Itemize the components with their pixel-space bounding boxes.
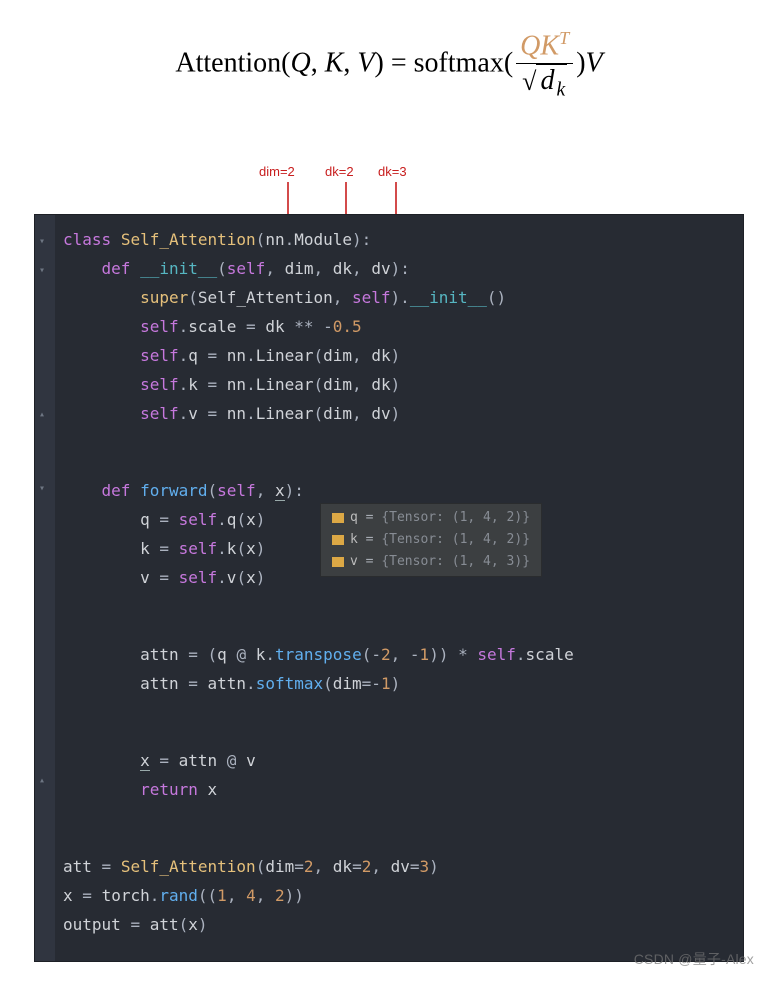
code-line: output = att(x) — [63, 910, 743, 939]
blank-line — [63, 804, 743, 852]
formula-eq: ) = — [375, 47, 414, 78]
tooltip-val: {Tensor: (1, 4, 2)} — [381, 532, 530, 547]
code-line: class Self_Attention(nn.Module): — [63, 225, 743, 254]
code-line: att = Self_Attention(dim=2, dk=2, dv=3) — [63, 852, 743, 881]
code-line: x = attn @ v — [63, 746, 743, 775]
code-line: self.k = nn.Linear(dim, dk) — [63, 370, 743, 399]
formula-close: ) — [576, 47, 585, 78]
editor-gutter: ▾ ▾ ▴ ▾ ▴ — [35, 215, 55, 961]
blank-line — [63, 698, 743, 746]
code-line: self.v = nn.Linear(dim, dv) — [63, 399, 743, 428]
formula-trailingV: V — [586, 47, 603, 78]
watermark: CSDN @量子-Alex — [634, 949, 754, 969]
code-line: def forward(self, x): — [63, 476, 743, 505]
tooltip-row: v = {Tensor: (1, 4, 3)} — [332, 551, 530, 573]
frac-den-d: d — [538, 64, 556, 96]
formula-K: K — [325, 47, 344, 78]
annotation-row: dim=2 dk=2 dk=3 — [0, 164, 778, 214]
formula: Attention(Q, K, V) = softmax(QKTdk)V — [0, 0, 778, 108]
code-line: attn = attn.softmax(dim=-1) — [63, 669, 743, 698]
code-line: self.q = nn.Linear(dim, dk) — [63, 341, 743, 370]
annot-dim-label: dim=2 — [259, 164, 295, 179]
frac-num: QK — [520, 30, 559, 61]
annot-dk-label: dk=2 — [325, 164, 354, 179]
fold-icon[interactable]: ▾ — [39, 256, 51, 268]
fold-icon[interactable]: ▾ — [39, 227, 51, 239]
tooltip-val: {Tensor: (1, 4, 2)} — [381, 510, 530, 525]
tooltip-row: q = {Tensor: (1, 4, 2)} — [332, 507, 530, 529]
formula-softmax: softmax( — [414, 47, 514, 78]
fold-icon[interactable]: ▴ — [39, 400, 51, 412]
annot-dk3-label: dk=3 — [378, 164, 407, 179]
debug-tooltip: q = {Tensor: (1, 4, 2)} k = {Tensor: (1,… — [320, 503, 542, 577]
tooltip-val: {Tensor: (1, 4, 3)} — [381, 554, 530, 569]
frac-den-sub: k — [556, 80, 565, 101]
frac-num-sup: T — [559, 28, 569, 48]
sqrt-icon: dk — [522, 64, 567, 102]
code-line: self.scale = dk ** -0.5 — [63, 312, 743, 341]
formula-lhs: Attention( — [175, 47, 290, 78]
blank-line — [63, 592, 743, 640]
code-line: super(Self_Attention, self).__init__() — [63, 283, 743, 312]
fold-icon[interactable]: ▴ — [39, 766, 51, 778]
formula-Q: Q — [290, 47, 310, 78]
tooltip-var: k — [350, 532, 358, 547]
code-line: return x — [63, 775, 743, 804]
tooltip-row: k = {Tensor: (1, 4, 2)} — [332, 529, 530, 551]
list-icon — [332, 535, 344, 545]
code-editor: ▾ ▾ ▴ ▾ ▴ class Self_Attention(nn.Module… — [34, 214, 744, 962]
code-line: attn = (q @ k.transpose(-2, -1)) * self.… — [63, 640, 743, 669]
blank-line — [63, 428, 743, 476]
list-icon — [332, 557, 344, 567]
code-body: class Self_Attention(nn.Module): def __i… — [35, 225, 743, 939]
formula-fraction: QKTdk — [516, 28, 573, 102]
list-icon — [332, 513, 344, 523]
code-line: x = torch.rand((1, 4, 2)) — [63, 881, 743, 910]
code-line: def __init__(self, dim, dk, dv): — [63, 254, 743, 283]
fold-icon[interactable]: ▾ — [39, 474, 51, 486]
formula-V: V — [357, 47, 374, 78]
tooltip-var: v — [350, 554, 358, 569]
tooltip-var: q — [350, 510, 358, 525]
